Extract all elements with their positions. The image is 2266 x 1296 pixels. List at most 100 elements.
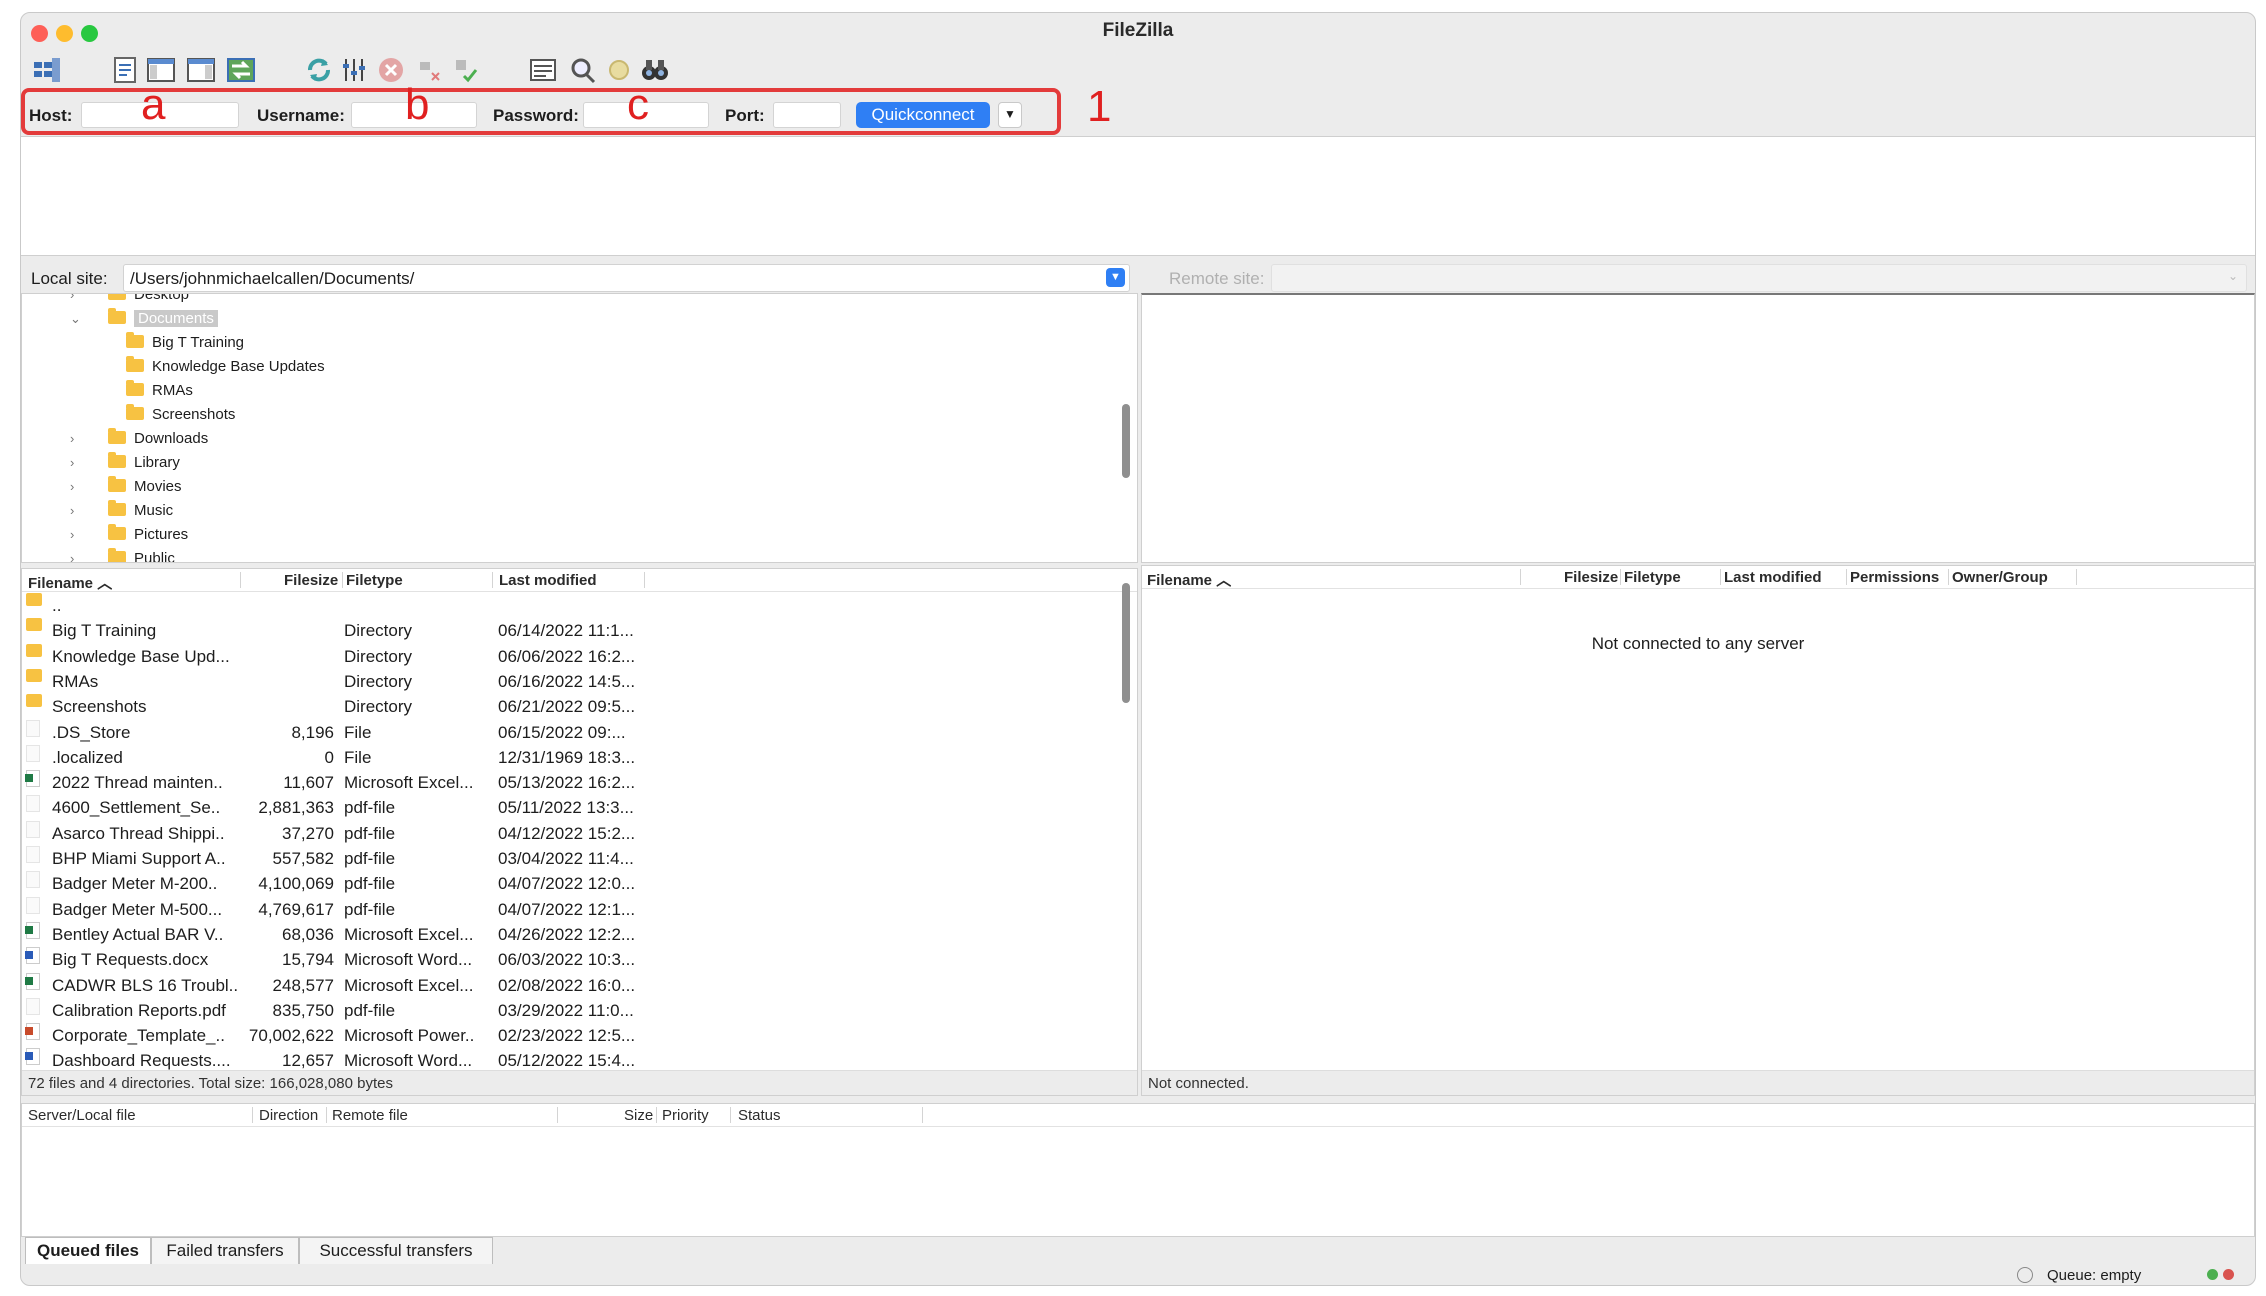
- tree-item[interactable]: › Pictures: [70, 524, 188, 546]
- file-row[interactable]: CADWR BLS 16 Troubl.. 248,577 Microsoft Ex…: [22, 972, 1112, 998]
- transfer-queue[interactable]: Server/Local file Direction Remote file …: [21, 1103, 2255, 1237]
- file-row[interactable]: Badger Meter M-200.. 4,100,069 pdf-file 04/…: [22, 871, 1112, 896]
- tab-successful-transfers[interactable]: Successful transfers: [299, 1237, 493, 1264]
- file-type: File: [344, 747, 372, 767]
- chevron-right-icon[interactable]: ›: [70, 500, 74, 522]
- local-directory-tree[interactable]: › Desktop ⌄ Documents Big T Training Knowledg…: [21, 293, 1138, 563]
- local-col-filename[interactable]: Filename ︿: [28, 572, 112, 593]
- local-site-dropdown[interactable]: ▼: [1106, 268, 1125, 287]
- tab-failed-transfers[interactable]: Failed transfers: [151, 1237, 299, 1264]
- chevron-down-icon: ⌄: [2227, 269, 2238, 283]
- tree-item[interactable]: › Desktop: [70, 294, 189, 306]
- cancel-icon[interactable]: [375, 55, 407, 85]
- queue-col-priority[interactable]: Priority: [662, 1107, 709, 1124]
- file-row[interactable]: 2022 Thread mainten.. 11,607 Microsoft Exc…: [22, 770, 1112, 795]
- remote-col-last-modified[interactable]: Last modified: [1724, 569, 1822, 586]
- local-file-list-scrollbar[interactable]: [1122, 583, 1130, 703]
- tree-item[interactable]: › Library: [70, 452, 180, 474]
- transfer-queue-icon[interactable]: [225, 55, 257, 85]
- file-row[interactable]: .localized 0 File 12/31/1969 18:3...: [22, 744, 1112, 770]
- file-row[interactable]: Big T Requests.docx 15,794 Microsoft Word.…: [22, 947, 1112, 972]
- message-log[interactable]: [21, 136, 2255, 256]
- file-type: pdf-file: [344, 1000, 396, 1020]
- chevron-right-icon[interactable]: ›: [70, 294, 74, 306]
- filezilla-window: FileZilla Host: Username: Password: Port…: [20, 12, 2256, 1286]
- remote-col-filetype[interactable]: Filetype: [1624, 569, 1681, 586]
- speed-limit-icon[interactable]: [2017, 1267, 2033, 1283]
- tree-item[interactable]: › Movies: [70, 476, 182, 498]
- tree-item[interactable]: › Downloads: [70, 428, 208, 450]
- queue-col-status[interactable]: Status: [738, 1107, 781, 1124]
- tree-item[interactable]: › Public: [70, 548, 175, 563]
- file-modified: 06/16/2022 14:5...: [498, 671, 636, 691]
- site-manager-icon[interactable]: [31, 55, 63, 85]
- file-row[interactable]: Calibration Reports.pdf 835,750 pdf-file 03…: [22, 997, 1112, 1023]
- file-row[interactable]: Screenshots Directory 06/21/2022 09:5...: [22, 694, 1112, 719]
- local-file-list[interactable]: Filename ︿ Filesize Filetype Last modifi…: [21, 568, 1138, 1096]
- file-row[interactable]: 4600_Settlement_Se.. 2,881,363 pdf-file 05/…: [22, 795, 1112, 820]
- chevron-right-icon[interactable]: ›: [70, 428, 74, 450]
- local-col-last-modified[interactable]: Last modified: [499, 572, 597, 589]
- queue-col-direction[interactable]: Direction: [259, 1107, 318, 1124]
- file-type: Directory: [344, 621, 413, 641]
- sort-ascending-icon: ︿: [97, 575, 113, 592]
- local-site-path-field[interactable]: /Users/johnmichaelcallen/Documents/ ▼: [123, 264, 1130, 292]
- remote-status-bar: Not connected.: [1142, 1070, 2254, 1095]
- chevron-right-icon[interactable]: ›: [70, 524, 74, 546]
- file-row[interactable]: RMAs Directory 06/16/2022 14:5...: [22, 668, 1112, 694]
- file-row[interactable]: Asarco Thread Shippi.. 37,270 pdf-file 04/1…: [22, 820, 1112, 846]
- file-row[interactable]: Corporate_Template_.. 70,002,622 Microsoft…: [22, 1023, 1112, 1048]
- refresh-icon[interactable]: [303, 55, 335, 85]
- folder-icon: [26, 643, 42, 657]
- file-row[interactable]: BHP Miami Support A.. 557,582 pdf-file 03/0…: [22, 846, 1112, 871]
- directory-compare-icon[interactable]: [527, 55, 559, 85]
- file-size: 70,002,622: [248, 1026, 334, 1046]
- reconnect-icon[interactable]: [449, 55, 481, 85]
- tree-item[interactable]: Knowledge Base Updates: [126, 356, 325, 378]
- queue-col-remote-file[interactable]: Remote file: [332, 1107, 408, 1124]
- remote-file-list-header: Filename ︿ Filesize Filetype Last modifi…: [1142, 566, 2254, 589]
- tree-item[interactable]: Big T Training: [126, 332, 244, 354]
- file-row[interactable]: Badger Meter M-500... 4,769,617 pdf-file 04…: [22, 896, 1112, 922]
- remote-directory-tree[interactable]: [1141, 293, 2255, 563]
- tree-item-label: Public: [134, 550, 175, 563]
- remote-file-list[interactable]: Filename ︿ Filesize Filetype Last modifi…: [1141, 565, 2255, 1096]
- tree-item[interactable]: ⌄ Documents: [70, 308, 218, 330]
- file-row[interactable]: Big T Training Directory 06/14/2022 11:1..…: [22, 618, 1112, 643]
- file-size: 835,750: [272, 1000, 334, 1020]
- remote-site-path-field[interactable]: ⌄: [1271, 264, 2247, 292]
- tree-item[interactable]: › Music: [70, 500, 173, 522]
- file-row[interactable]: .DS_Store 8,196 File 06/15/2022 09:...: [22, 719, 1112, 745]
- remote-col-permissions[interactable]: Permissions: [1850, 569, 1939, 586]
- queue-col-server-local-file[interactable]: Server/Local file: [28, 1107, 136, 1124]
- remote-tree-icon[interactable]: [185, 55, 217, 85]
- local-tree-scrollbar[interactable]: [1122, 404, 1130, 478]
- local-col-filesize[interactable]: Filesize: [284, 572, 338, 589]
- queue-col-size[interactable]: Size: [624, 1107, 653, 1124]
- send-indicator-icon: [2223, 1269, 2234, 1280]
- file-size: 557,582: [272, 849, 334, 868]
- chevron-right-icon[interactable]: ›: [70, 476, 74, 498]
- filter-icon[interactable]: [339, 55, 371, 85]
- tree-item[interactable]: Screenshots: [126, 404, 235, 426]
- file-row[interactable]: Bentley Actual BAR V.. 68,036 Microsoft Ex…: [22, 921, 1112, 947]
- chevron-right-icon[interactable]: ›: [70, 452, 74, 474]
- tab-queued-files[interactable]: Queued files: [25, 1237, 151, 1264]
- file-modified: 05/11/2022 13:3...: [498, 798, 634, 818]
- message-log-icon[interactable]: [109, 55, 141, 85]
- file-row[interactable]: Knowledge Base Upd... Directory 06/06/2022…: [22, 643, 1112, 669]
- local-col-filetype[interactable]: Filetype: [346, 572, 403, 589]
- remote-col-owner-group[interactable]: Owner/Group: [1952, 569, 2048, 586]
- tree-item[interactable]: RMAs: [126, 380, 193, 402]
- file-row[interactable]: ..: [22, 593, 1112, 618]
- remote-col-filesize[interactable]: Filesize: [1564, 569, 1618, 586]
- chevron-right-icon[interactable]: ›: [70, 548, 74, 562]
- chevron-down-icon[interactable]: ⌄: [70, 308, 81, 330]
- remote-col-filename[interactable]: Filename ︿: [1147, 569, 1231, 590]
- search-icon[interactable]: [567, 55, 599, 85]
- file-type: Microsoft Excel...: [344, 924, 474, 944]
- folder-icon: [108, 500, 126, 516]
- file-modified: 02/08/2022 16:0...: [498, 975, 636, 995]
- local-site-path: /Users/johnmichaelcallen/Documents/: [130, 269, 415, 288]
- remote-status-text: Not connected.: [1148, 1075, 1249, 1092]
